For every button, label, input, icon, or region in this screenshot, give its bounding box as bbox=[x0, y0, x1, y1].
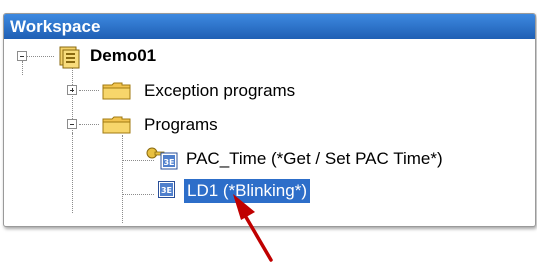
tree-connector bbox=[79, 124, 99, 125]
pointer-arrow-icon bbox=[233, 194, 273, 262]
tree-item-programs[interactable]: Programs bbox=[144, 113, 218, 137]
tree-item-pac-time[interactable]: PAC_Time (*Get / Set PAC Time*) bbox=[186, 147, 443, 171]
program-icon: 3E bbox=[158, 181, 175, 198]
collapse-toggle-demo01[interactable] bbox=[17, 51, 27, 61]
folder-icon bbox=[102, 82, 131, 100]
svg-text:3E: 3E bbox=[161, 186, 172, 195]
folder-icon bbox=[102, 116, 131, 134]
expand-toggle-exception-programs[interactable] bbox=[67, 85, 77, 95]
project-icon bbox=[59, 46, 80, 69]
tree-item-demo01[interactable]: Demo01 bbox=[90, 44, 156, 68]
workspace-title: Workspace bbox=[4, 14, 535, 39]
tree-connector bbox=[22, 61, 23, 75]
tree-connector bbox=[72, 133, 73, 213]
tree-connector bbox=[25, 56, 54, 57]
tree-connector bbox=[122, 194, 154, 195]
tree-connector bbox=[79, 90, 99, 91]
svg-text:3E: 3E bbox=[163, 158, 174, 167]
tree-connector bbox=[122, 135, 123, 223]
collapse-toggle-programs[interactable] bbox=[67, 119, 77, 129]
program-key-icon: 3E bbox=[146, 147, 178, 170]
tree-item-exception-programs[interactable]: Exception programs bbox=[144, 79, 295, 103]
